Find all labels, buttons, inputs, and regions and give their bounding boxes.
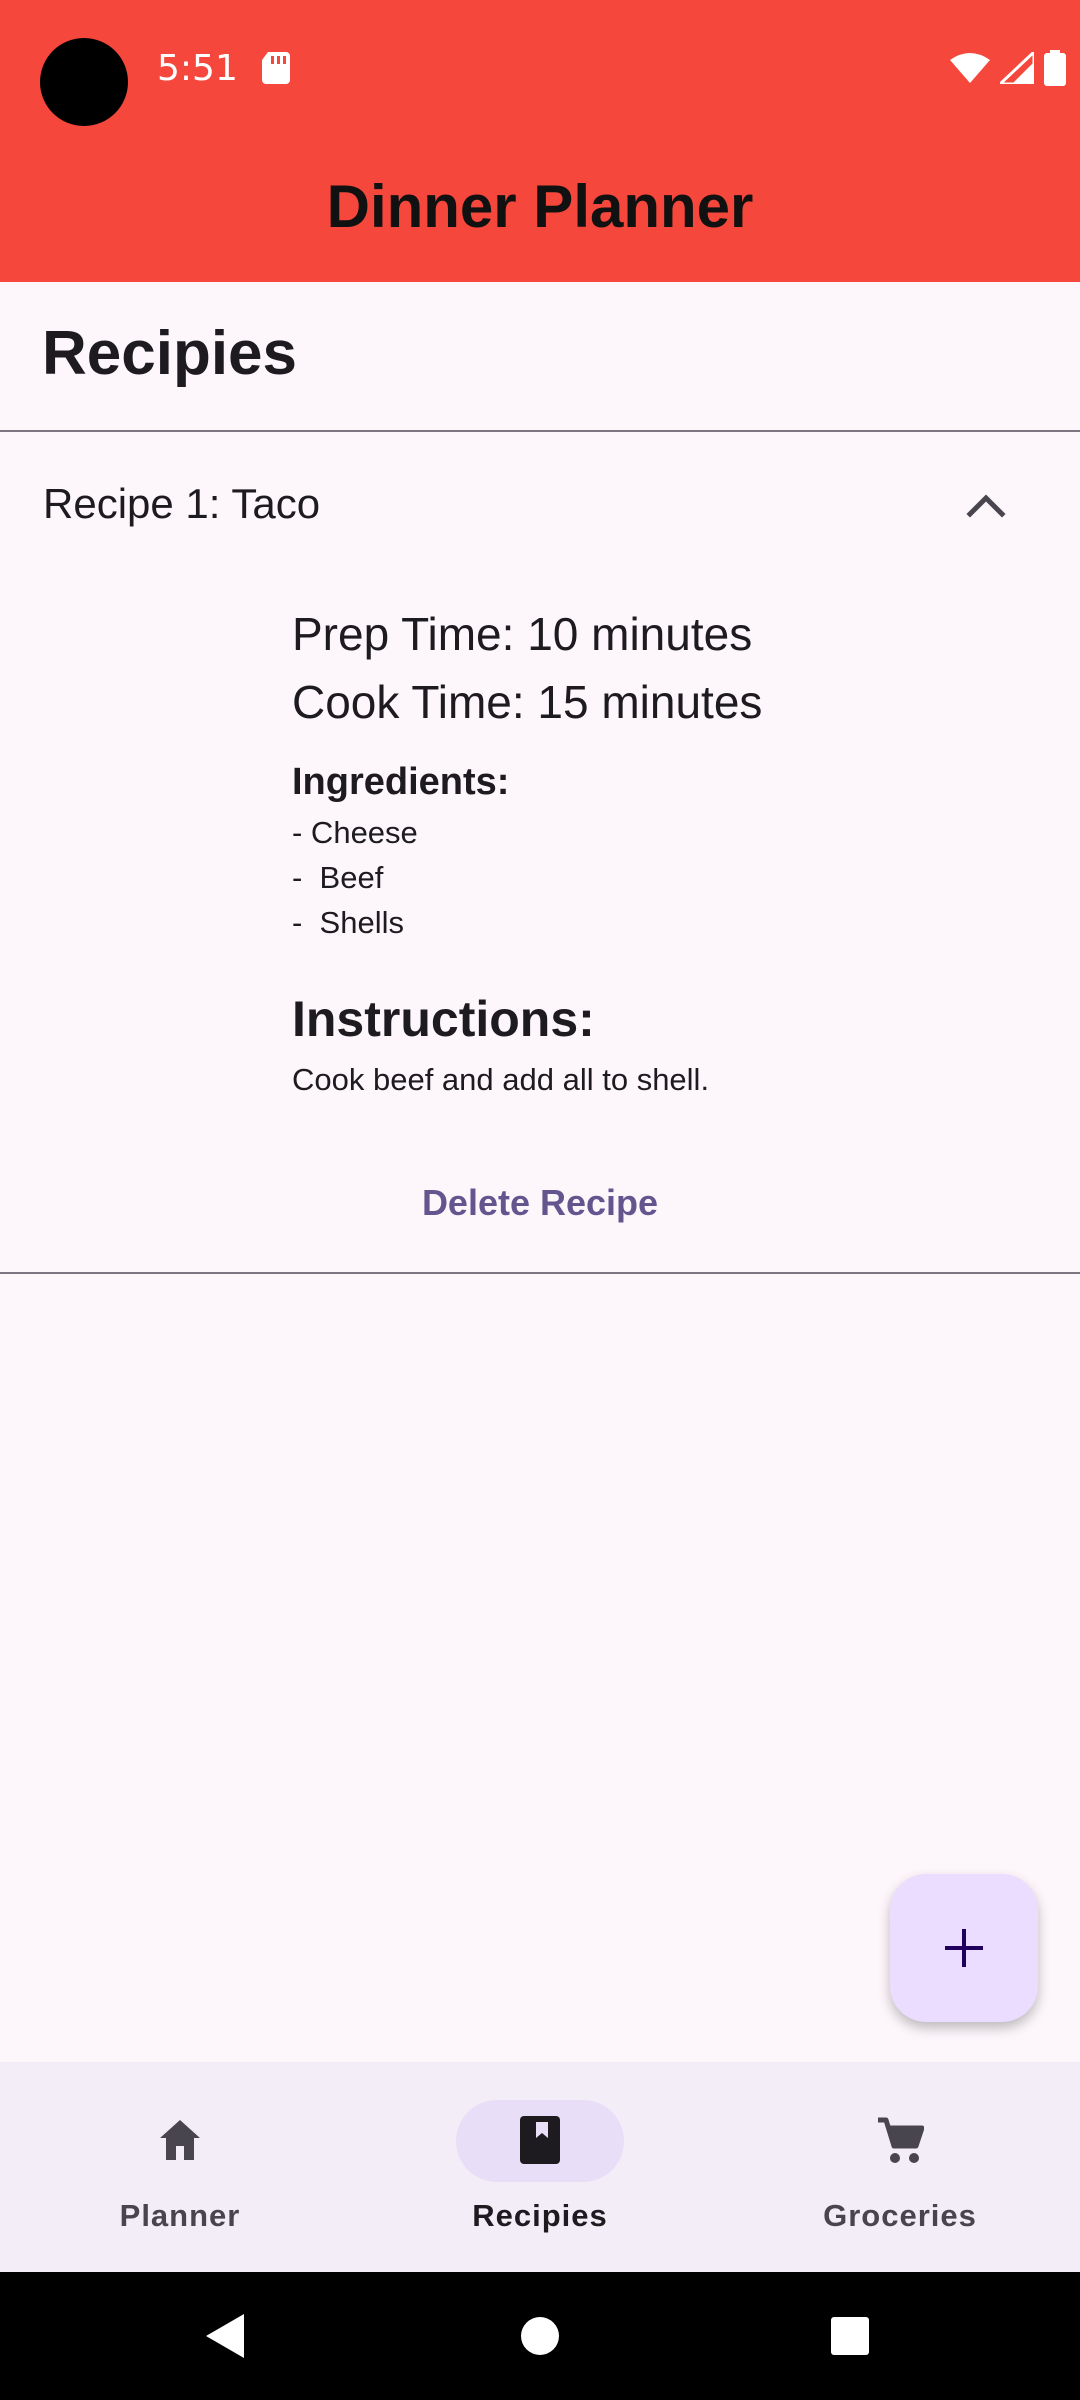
- system-status-icons: [950, 50, 1066, 86]
- app-bar: 5:51 Dinner Planner: [0, 0, 1080, 282]
- app-title: Dinner Planner: [326, 173, 754, 240]
- recipe-expansion-header[interactable]: Recipe 1: Taco: [0, 434, 1080, 574]
- delete-recipe-button[interactable]: Delete Recipe: [0, 1182, 1080, 1224]
- nav-item-groceries[interactable]: Groceries: [720, 2062, 1080, 2272]
- recipe-title: Recipe 1: Taco: [43, 480, 321, 527]
- divider: [0, 1272, 1080, 1274]
- home-icon: [160, 2120, 200, 2160]
- back-icon[interactable]: [204, 2312, 246, 2360]
- nav-label-recipies: Recipies: [472, 2198, 608, 2233]
- instructions-label: Instructions:: [292, 991, 595, 1047]
- recents-icon[interactable]: [830, 2316, 870, 2356]
- battery-icon: [1044, 50, 1066, 86]
- page-title: Recipies: [42, 319, 298, 388]
- ingredient-item: - Beef: [292, 860, 384, 895]
- cook-time: Cook Time: 15 minutes: [292, 676, 763, 728]
- ingredients-label: Ingredients:: [292, 761, 510, 803]
- divider: [0, 430, 1080, 432]
- prep-time: Prep Time: 10 minutes: [292, 608, 753, 660]
- system-navigation-bar: [0, 2272, 1080, 2400]
- ingredient-item: - Shells: [292, 905, 404, 940]
- sd-card-icon: [262, 52, 290, 84]
- add-recipe-button[interactable]: [890, 1874, 1038, 2022]
- nav-label-groceries: Groceries: [823, 2198, 977, 2233]
- bottom-navigation: Planner Recipies Groceries: [0, 2062, 1080, 2272]
- instructions-text: Cook beef and add all to shell.: [292, 1062, 710, 1097]
- nav-item-planner[interactable]: Planner: [0, 2062, 360, 2272]
- nav-item-recipies[interactable]: Recipies: [360, 2062, 720, 2272]
- cart-icon: [878, 2117, 924, 2163]
- camera-cutout: [40, 38, 128, 126]
- signal-icon: [1000, 52, 1034, 84]
- ingredient-item: - Cheese: [292, 815, 418, 850]
- bookmark-book-icon: [520, 2116, 560, 2164]
- nav-label-planner: Planner: [119, 2198, 241, 2233]
- chevron-up-icon[interactable]: [964, 488, 1008, 520]
- home-circle-icon[interactable]: [520, 2316, 560, 2356]
- plus-icon: [945, 1929, 983, 1967]
- status-time: 5:51: [157, 48, 238, 89]
- recipe-details: Prep Time: 10 minutes Cook Time: 15 minu…: [292, 600, 1052, 1105]
- wifi-icon: [950, 53, 990, 83]
